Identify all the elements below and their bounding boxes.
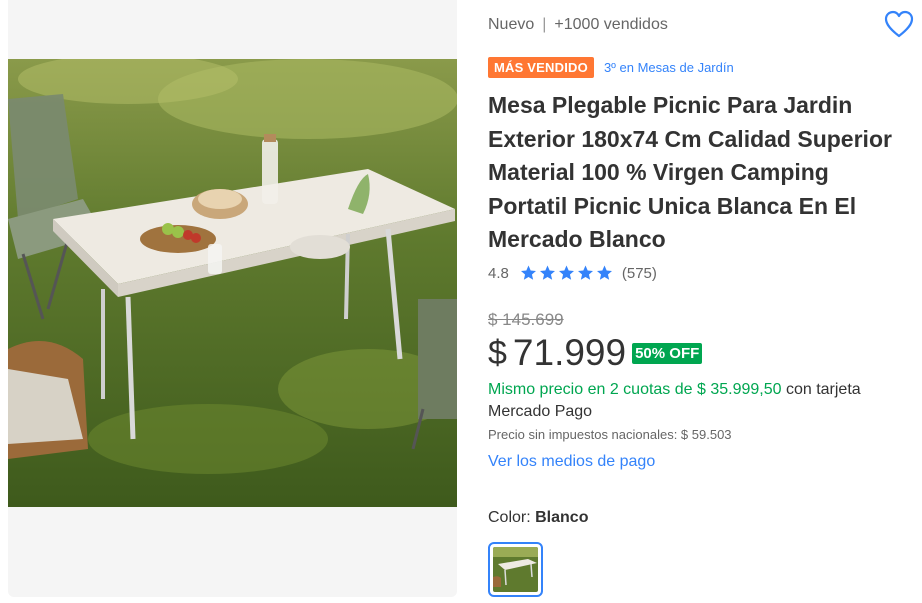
badges-row: MÁS VENDIDO 3º en Mesas de Jardín <box>488 57 734 78</box>
star-icon <box>596 265 612 280</box>
current-price: 71.999 <box>512 332 627 373</box>
main-product-image[interactable] <box>8 59 457 507</box>
rating-value: 4.8 <box>488 264 509 282</box>
discount-badge: 50% OFF <box>632 342 703 364</box>
product-page: Nuevo | +1000 vendidos MÁS VENDIDO 3º en M… <box>0 0 922 603</box>
rating-stars <box>519 264 614 282</box>
review-count: (575) <box>621 264 657 282</box>
installments-info: Mismo precio en 2 cuotas de $ 35.999,50 … <box>488 379 908 423</box>
heart-outline-icon <box>884 10 914 38</box>
star-icon <box>539 265 555 280</box>
subtitle-separator: | <box>542 16 547 33</box>
category-rank-link[interactable]: 3º en Mesas de Jardín <box>604 60 734 75</box>
color-label: Color: <box>488 509 536 526</box>
color-variant-label: Color: Blanco <box>488 509 588 527</box>
product-subtitle: Nuevo | +1000 vendidos <box>488 16 668 34</box>
product-gallery <box>8 0 457 597</box>
rating-summary[interactable]: 4.8 (575) <box>488 264 657 282</box>
currency-symbol: $ <box>488 333 507 372</box>
payment-methods-link[interactable]: Ver los medios de pago <box>488 453 655 471</box>
star-icon <box>520 265 536 280</box>
installments-highlight: Mismo precio en 2 cuotas de $ 35.999,50 <box>488 381 782 398</box>
original-price: $ 145.699 <box>488 310 564 329</box>
color-swatch-blanco[interactable] <box>488 542 543 597</box>
favorite-button[interactable] <box>884 10 914 38</box>
price-without-taxes: Precio sin impuestos nacionales: $ 59.50… <box>488 427 732 442</box>
product-title: Mesa Plegable Picnic Para Jardin Exterio… <box>488 92 892 252</box>
star-icon <box>558 265 574 280</box>
star-icon <box>577 265 593 280</box>
price-row: $ 71.999 50% OFF <box>488 332 703 374</box>
color-selected: Blanco <box>535 509 589 526</box>
condition-label: Nuevo <box>488 16 535 33</box>
sold-count: +1000 vendidos <box>554 16 668 33</box>
swatch-thumbnail <box>493 547 538 592</box>
best-seller-badge: MÁS VENDIDO <box>488 57 594 78</box>
